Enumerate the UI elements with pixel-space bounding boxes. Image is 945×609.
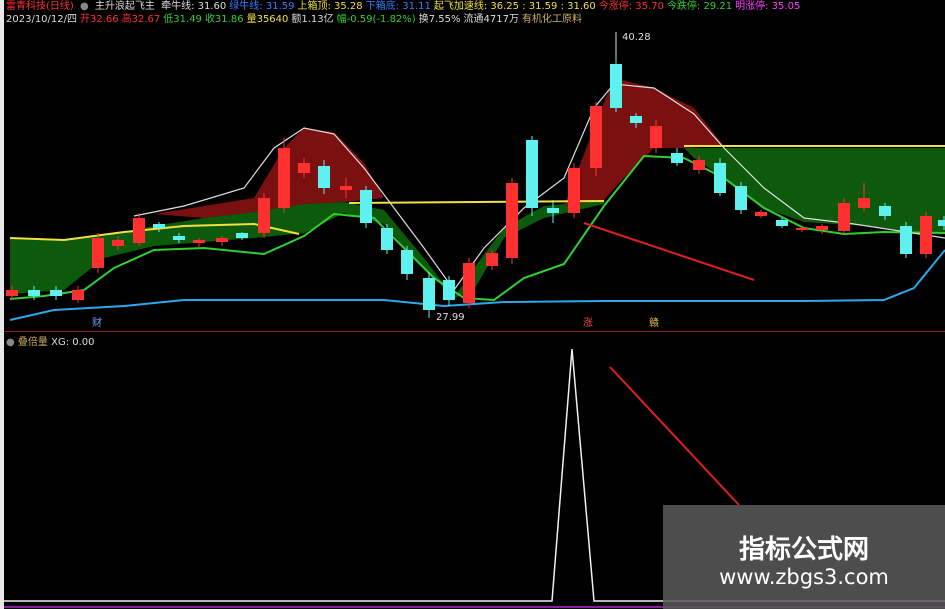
candle (133, 218, 145, 243)
candle (236, 233, 248, 238)
quote-value-item: 量35640 (246, 14, 289, 25)
indicator-value-item: 今跌停: 29.21 (666, 1, 733, 12)
stock-title[interactable]: 雷青科技(日线) (6, 1, 74, 12)
candle (776, 220, 788, 226)
indicator-value-item: 明涨停: 35.05 (735, 1, 801, 12)
candle (258, 198, 270, 233)
red-band (564, 78, 724, 206)
candle (735, 186, 747, 210)
indicator-value-item: 今涨停: 35.70 (598, 1, 664, 12)
candle (6, 290, 18, 296)
panel-divider (4, 331, 945, 332)
indicator-value-item: 牵牛线: 31.60 (161, 1, 227, 12)
indicator-header-main: 雷青科技(日线) ● 主升浪起飞主 牵牛线: 31.60 绿牛线: 31.59 上箱… (6, 0, 941, 14)
candle (173, 236, 185, 240)
candle (463, 263, 475, 303)
candle (900, 226, 912, 254)
signal-arrow-line (583, 222, 755, 281)
candle (153, 224, 165, 228)
candle (193, 240, 205, 243)
candle (610, 64, 622, 108)
quote-value-item: 2023/10/12/四 (6, 14, 78, 25)
candle (547, 208, 559, 213)
candle (401, 250, 413, 274)
candle (92, 238, 104, 268)
indicator-value-item: 下箱底: 31.11 (365, 1, 431, 12)
candle (714, 163, 726, 193)
candle (443, 280, 455, 300)
signal-mark: 赣 (649, 316, 659, 328)
indicator-name[interactable]: 主升浪起飞主 (95, 1, 155, 12)
candle (506, 183, 518, 258)
candle (920, 216, 932, 254)
indicator-value-item: 绿牛线: 31.59 (229, 1, 295, 12)
candle (216, 238, 228, 242)
watermark-title: 指标公式网 (738, 535, 869, 565)
candle (28, 290, 40, 296)
candle (112, 240, 124, 246)
watermark-url: www.zbgs3.com (719, 565, 889, 589)
quote-value-item: 高32.67 (121, 14, 161, 25)
candle (360, 190, 372, 223)
candle (755, 212, 767, 216)
candle (486, 253, 498, 266)
candle (72, 290, 84, 300)
candle (298, 163, 310, 173)
candle (650, 126, 662, 148)
candle (938, 220, 945, 226)
watermark: 指标公式网 www.zbgs3.com (663, 505, 945, 609)
signal-mark: 财 (92, 316, 102, 328)
quote-header: 2023/10/12/四 开32.66 高32.67 低31.49 收31.86 量356… (6, 13, 941, 27)
signal-arrow-line (609, 366, 740, 506)
candle (838, 203, 850, 231)
candle (693, 160, 705, 170)
candle (816, 226, 828, 230)
candlestick-chart[interactable]: 40.28 27.99 财 涨 赣 (4, 28, 945, 328)
quote-value-item: 开32.66 (80, 14, 119, 25)
candle (568, 168, 580, 213)
quote-value-item: 幅-0.59(-1.82%) (336, 14, 416, 25)
candle (879, 206, 891, 216)
candle (526, 140, 538, 208)
candle (671, 153, 683, 163)
blue-support-line (9, 249, 945, 321)
candle (796, 228, 808, 230)
quote-value-item: 有机化工原料 (521, 14, 582, 25)
candle (381, 228, 393, 250)
high-price-label: 40.28 (622, 32, 651, 43)
quote-value-item: 额1.13亿 (291, 14, 334, 25)
candle (858, 198, 870, 208)
indicator-value-item: 上箱顶: 35.28 (297, 1, 363, 12)
low-price-label: 27.99 (436, 312, 465, 323)
candle (318, 166, 330, 188)
quote-value-item: 收31.86 (204, 14, 244, 25)
indicator-value-item: 起飞加速线: 36.25 : 31.59 : 31.60 (433, 1, 596, 12)
candle (423, 278, 435, 310)
quote-value-item: 低31.49 (163, 14, 202, 25)
candle (590, 106, 602, 168)
quote-value-item: 换7.55% (418, 14, 461, 25)
candle (630, 116, 642, 123)
gear-icon[interactable]: ● (80, 1, 89, 12)
candle (50, 290, 62, 296)
candle (340, 186, 352, 190)
candle (278, 148, 290, 208)
quote-value-item: 流通4717万 (463, 14, 519, 25)
signal-mark: 涨 (583, 317, 593, 328)
